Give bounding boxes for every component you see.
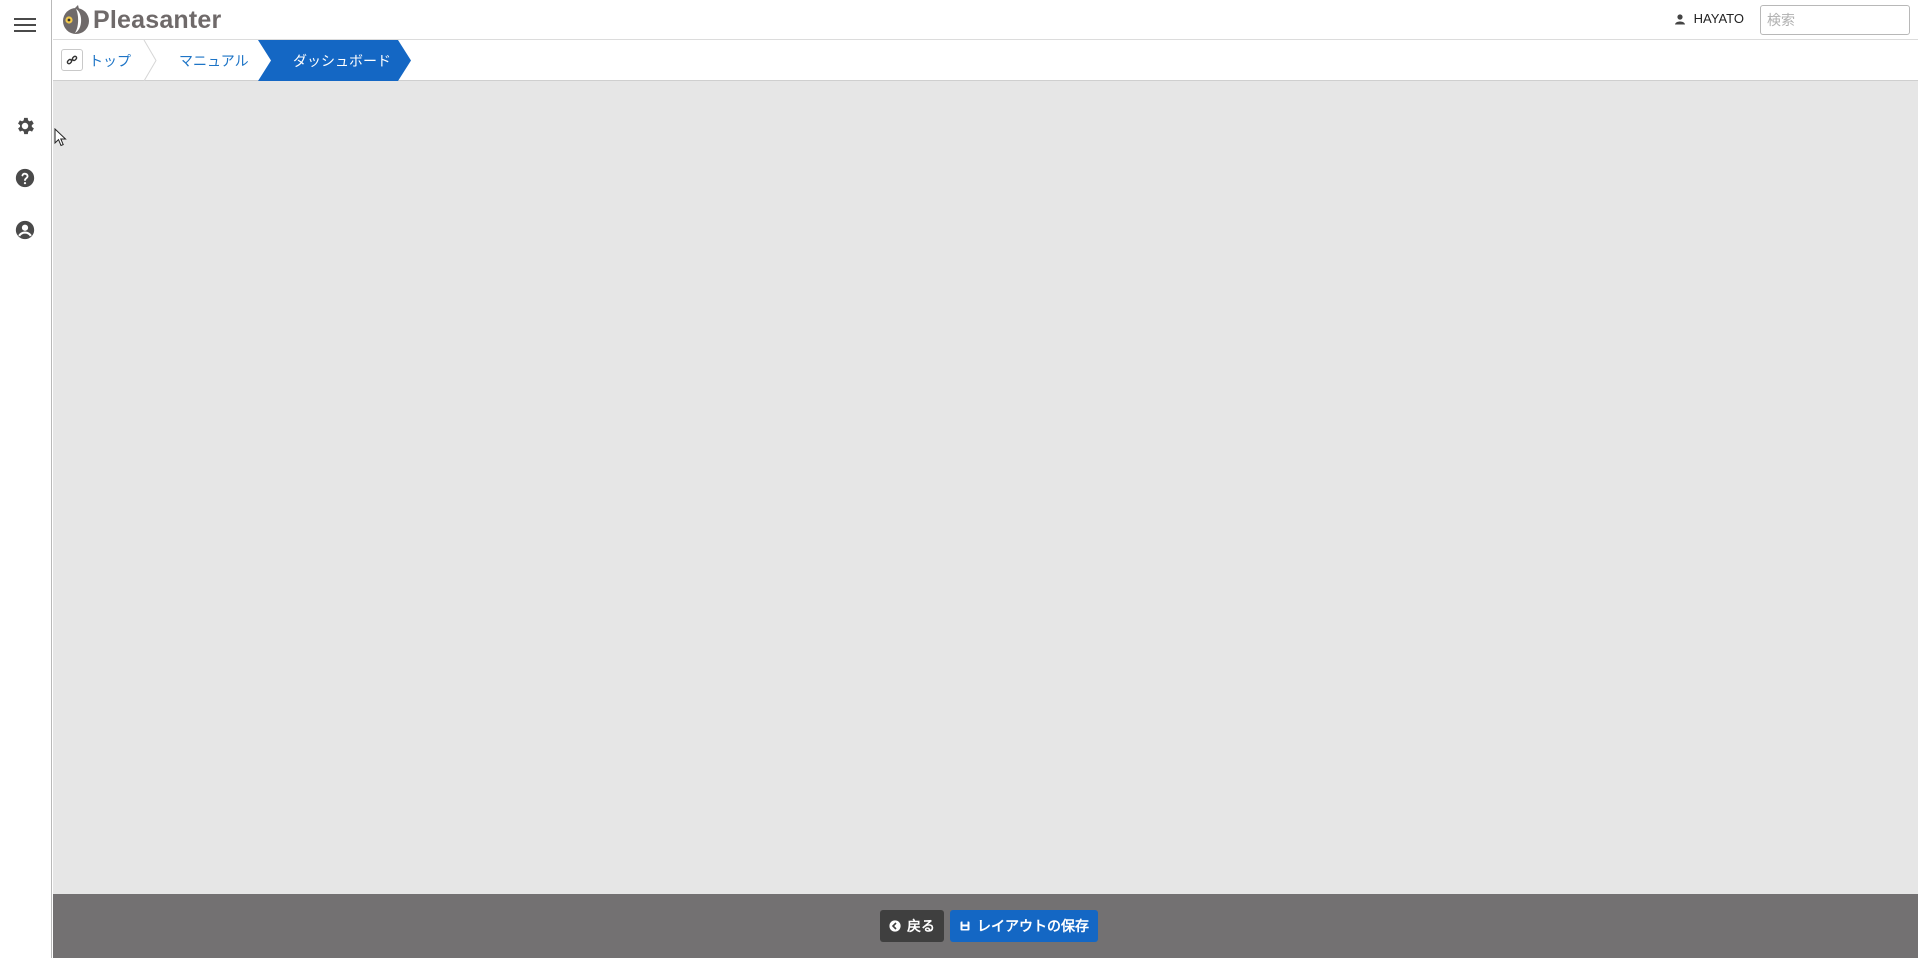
top-header: Pleasanter HAYATO bbox=[53, 0, 1918, 40]
back-button[interactable]: 戻る bbox=[880, 910, 944, 942]
breadcrumb-item-top[interactable]: トップ bbox=[89, 51, 131, 71]
menu-icon[interactable] bbox=[14, 18, 36, 34]
user-menu[interactable]: HAYATO bbox=[1674, 11, 1744, 26]
save-layout-button[interactable]: レイアウトの保存 bbox=[950, 910, 1098, 942]
command-bar: 戻る レイアウトの保存 bbox=[53, 894, 1918, 958]
save-icon bbox=[960, 921, 970, 931]
save-layout-button-label: レイアウトの保存 bbox=[977, 918, 1089, 934]
help-icon[interactable] bbox=[14, 167, 36, 189]
breadcrumb-item-manual[interactable]: マニュアル bbox=[179, 51, 249, 71]
app-logo[interactable]: Pleasanter bbox=[61, 5, 221, 35]
gear-icon[interactable] bbox=[14, 115, 36, 137]
left-rail bbox=[0, 0, 52, 958]
user-name: HAYATO bbox=[1693, 11, 1744, 26]
search-input[interactable] bbox=[1760, 5, 1910, 35]
back-icon bbox=[889, 920, 901, 932]
link-icon[interactable] bbox=[61, 49, 83, 71]
user-icon bbox=[1674, 13, 1685, 24]
dashboard-canvas bbox=[53, 81, 1918, 894]
breadcrumb-item-dashboard: ダッシュボード bbox=[293, 53, 391, 69]
user-circle-icon[interactable] bbox=[14, 219, 36, 241]
app-name: Pleasanter bbox=[93, 5, 222, 34]
logo-mark-icon bbox=[63, 5, 89, 34]
back-button-label: 戻る bbox=[907, 918, 935, 934]
breadcrumb: トップ マニュアル ダッシュボード bbox=[53, 40, 1918, 81]
mouse-cursor-icon bbox=[54, 128, 67, 147]
